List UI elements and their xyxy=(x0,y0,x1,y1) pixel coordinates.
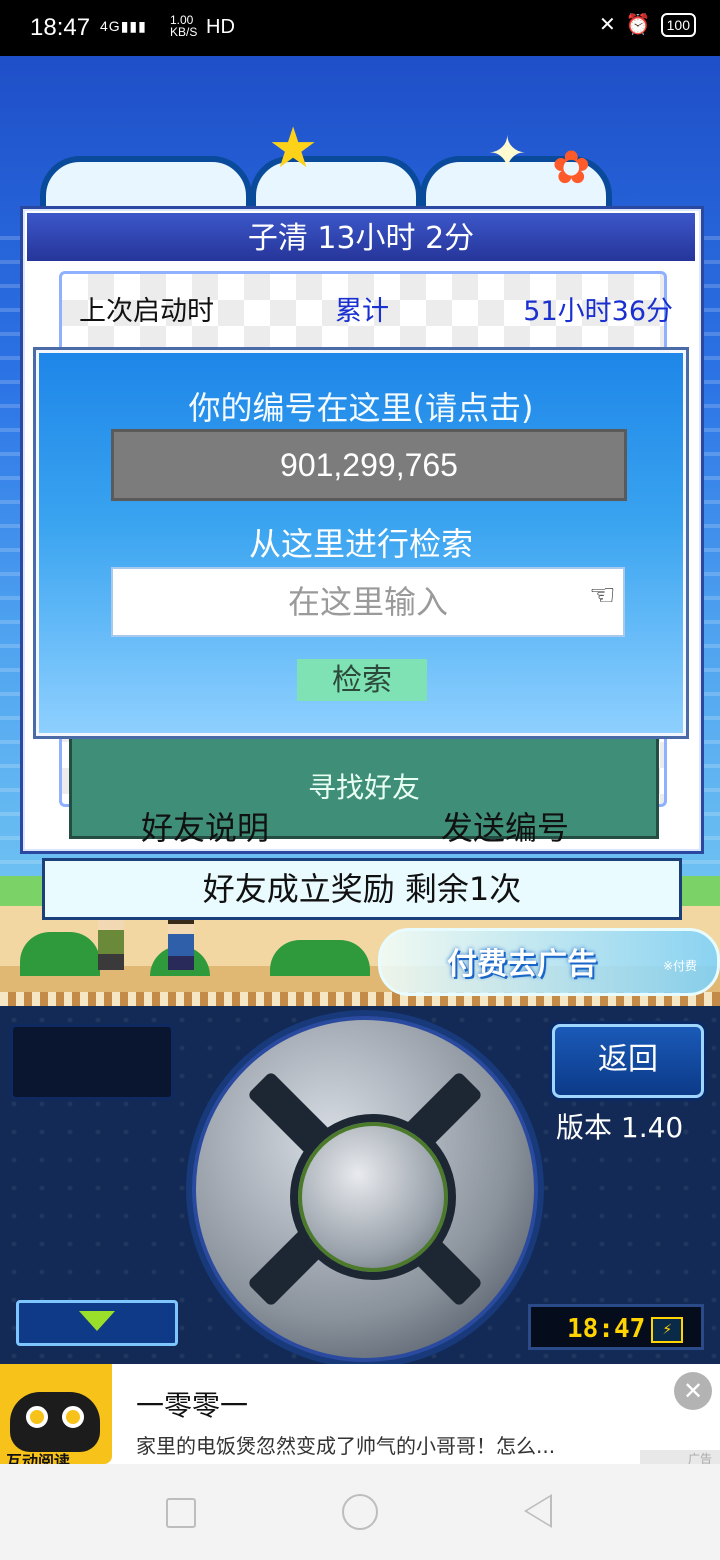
ad-app-icon[interactable]: 互动阅读 xyxy=(0,1364,112,1464)
recent-apps-icon[interactable] xyxy=(166,1498,196,1528)
ad-app-name: 互动阅读 xyxy=(6,1452,71,1464)
alarm-icon: ⏰ xyxy=(625,14,651,36)
flower-icon: ✿ xyxy=(552,140,591,194)
panel-title: 子清 13小时 2分 xyxy=(27,213,695,264)
scroll-down-button[interactable] xyxy=(16,1300,178,1346)
total-play-time: 51小时36分 xyxy=(523,296,673,327)
search-button[interactable]: 检索 xyxy=(297,659,427,701)
play-time-row: 上次启动时 累计 51小时36分 xyxy=(79,289,673,329)
status-time: 18:47 xyxy=(30,14,91,41)
status-bar: 18:47 4G▮▮▮ 1.00 KB/S HD ✕ ⏰ 100 xyxy=(0,0,720,56)
hd-indicator: HD xyxy=(206,16,235,38)
directional-pad[interactable] xyxy=(192,1016,538,1362)
game-clock: 18:47 ⚡ xyxy=(528,1304,704,1350)
back-button[interactable]: 返回 xyxy=(552,1024,704,1098)
pointing-hand-icon: ☜ xyxy=(589,578,616,613)
remove-ads-label: 付费去广告 xyxy=(447,947,597,982)
player-id-box[interactable]: 901,299,765 xyxy=(111,429,627,501)
signal-icon: 4G▮▮▮ xyxy=(100,18,147,34)
friend-id-input[interactable]: 在这里输入 xyxy=(111,567,625,637)
character-sprite xyxy=(168,914,194,970)
info-display xyxy=(10,1024,174,1100)
star-icon: ★ xyxy=(268,116,319,181)
network-speed: 1.00 KB/S xyxy=(170,13,198,39)
navigation-bar xyxy=(0,1464,720,1560)
remove-ads-button[interactable]: 付费去广告 ※付费 xyxy=(378,928,720,996)
dpad-center-button[interactable] xyxy=(290,1114,456,1280)
close-icon[interactable]: ✕ xyxy=(674,1372,712,1410)
control-panel: 返回 版本 1.40 18:47 ⚡ xyxy=(0,1006,720,1364)
ad-banner[interactable]: 互动阅读 一零零一 家里的电饭煲忽然变成了帅气的小哥哥！怎么... ✕ 广告 xyxy=(0,1364,720,1466)
bush xyxy=(270,940,370,976)
battery-bolt-icon: ⚡ xyxy=(651,1316,684,1343)
dialog-title: 你的编号在这里(请点击) xyxy=(188,389,534,427)
back-icon[interactable] xyxy=(524,1494,552,1528)
cat-icon xyxy=(10,1392,100,1452)
friend-search-dialog: 你的编号在这里(请点击) 901,299,765 从这里进行检索 在这里输入 ☜… xyxy=(36,350,686,736)
character-sprite xyxy=(98,914,124,970)
version-label: 版本 1.40 xyxy=(556,1111,684,1144)
friend-reward-bar: 好友成立奖励 剩余1次 xyxy=(42,858,682,920)
battery-icon: 100 xyxy=(660,12,696,37)
search-label: 从这里进行检索 xyxy=(248,525,473,563)
friend-info-link[interactable]: 好友说明 xyxy=(141,803,269,849)
ad-description: 家里的电饭煲忽然变成了帅气的小哥哥！怎么... xyxy=(136,1434,556,1458)
bush xyxy=(20,932,100,976)
total-label: 累计 xyxy=(335,296,389,327)
vibrate-off-icon: ✕ xyxy=(598,14,616,36)
remove-ads-note: ※付费 xyxy=(662,959,697,973)
ad-title: 一零零一 xyxy=(136,1389,249,1422)
sparkle-icon: ✦ xyxy=(488,126,527,180)
ad-tag: 广告 xyxy=(640,1450,720,1466)
send-id-link[interactable]: 发送编号 xyxy=(441,803,569,849)
home-icon[interactable] xyxy=(342,1494,378,1530)
arrow-down-icon xyxy=(79,1311,115,1331)
last-launch-label: 上次启动时 xyxy=(79,296,214,327)
game-screen: ★ ✦ ✿ 子清 13小时 2分 上次启动时 累计 51小时36分 寻找好友 好… xyxy=(0,56,720,1364)
